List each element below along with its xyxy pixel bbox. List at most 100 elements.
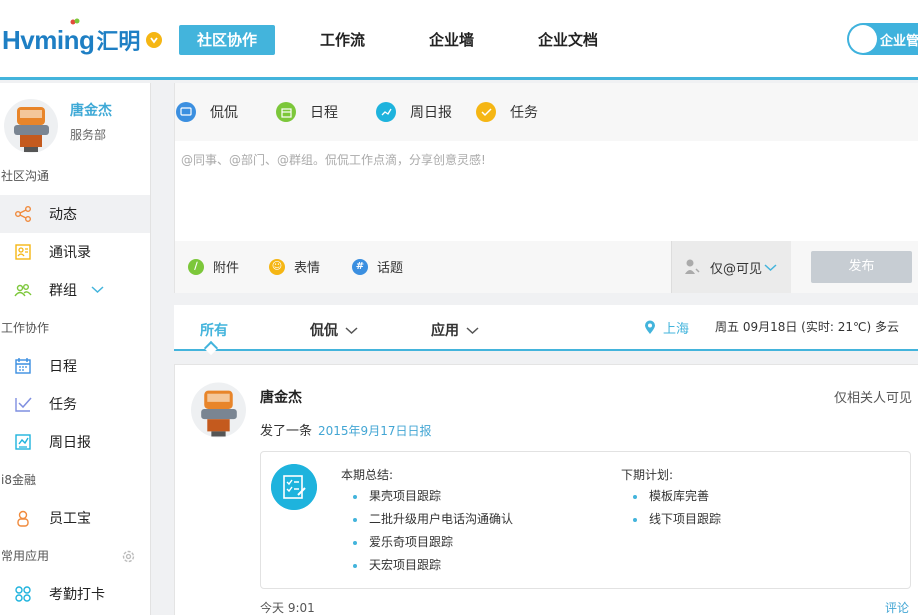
- section-title-finance: i8金融: [1, 473, 36, 487]
- tab-tasks[interactable]: 任务: [476, 101, 538, 123]
- report-document-icon: [271, 464, 317, 510]
- location[interactable]: 上海: [644, 318, 689, 337]
- tab-kankan[interactable]: 侃侃: [176, 101, 238, 123]
- attachment-button[interactable]: ∕ 附件: [188, 257, 239, 276]
- sidebar-item-tasks[interactable]: 任务: [0, 385, 150, 423]
- list-item: 线下项目跟踪: [633, 508, 721, 531]
- leaf-icon: [70, 18, 80, 25]
- emoji-button[interactable]: ☺ 表情: [269, 257, 320, 276]
- logo-text: Hvming: [2, 24, 95, 55]
- logo[interactable]: Hvming 汇明: [2, 18, 163, 58]
- report-icon: [376, 102, 396, 122]
- composer-toolbar: ∕ 附件 ☺ 表情 # 话题 仅@可见 发布: [175, 241, 918, 293]
- report-link[interactable]: 2015年9月17日日报: [318, 424, 431, 438]
- sidebar-item-employee-treasure[interactable]: 员工宝: [0, 499, 150, 537]
- avatar[interactable]: [191, 379, 247, 441]
- calendar-icon: [15, 358, 31, 374]
- paperclip-icon: ∕: [188, 258, 204, 275]
- plan-title: 下期计划:: [621, 468, 674, 482]
- sidebar-item-label: 考勤打卡: [49, 587, 105, 603]
- sidebar: 唐金杰 服务部 社区沟通 动态 通讯录 群组 工作协作 日程 任务 周日报 i8…: [0, 83, 151, 615]
- tool-label: 话题: [377, 261, 404, 276]
- feed-filter-bar: 所有 侃侃 应用 上海 周五 09月18日 (实时: 21℃) 多云: [174, 305, 918, 356]
- list-item: 二批升级用户电话沟通确认: [353, 508, 513, 531]
- person-icon: [685, 259, 700, 274]
- nav-workflow[interactable]: 工作流: [320, 25, 365, 55]
- group-icon: [14, 284, 32, 297]
- summary-list: 果壳项目跟踪 二批升级用户电话沟通确认 爱乐奇项目跟踪 天宏项目跟踪: [353, 485, 513, 577]
- sidebar-item-label: 通讯录: [49, 245, 91, 261]
- chevron-down-icon: [466, 326, 479, 334]
- sidebar-item-reports[interactable]: 周日报: [0, 423, 150, 461]
- toggle-knob: [849, 25, 877, 53]
- tab-reports[interactable]: 周日报: [376, 101, 452, 123]
- list-item: 果壳项目跟踪: [353, 485, 513, 508]
- active-tab-indicator: [203, 340, 219, 356]
- task-check-icon: [15, 397, 32, 412]
- calendar-icon: [276, 102, 296, 122]
- sidebar-item-contacts[interactable]: 通讯录: [0, 233, 150, 271]
- post-timestamp: 今天 9:01: [260, 601, 315, 615]
- filter-tab-label: 应用: [431, 323, 459, 339]
- section-title-apps: 常用应用: [1, 549, 50, 563]
- sidebar-item-feed[interactable]: 动态: [0, 195, 150, 233]
- post-visibility: 仅相关人可见: [834, 391, 913, 406]
- top-header: Hvming 汇明 社区协作 工作流 企业墙 企业文档 企业管: [0, 0, 918, 80]
- gear-icon[interactable]: [121, 549, 136, 564]
- sidebar-item-label: 周日报: [49, 435, 91, 451]
- visibility-label: 仅@可见: [710, 262, 763, 277]
- list-item: 爱乐奇项目跟踪: [353, 531, 513, 554]
- location-label: 上海: [663, 322, 690, 337]
- list-item: 天宏项目跟踪: [353, 554, 513, 577]
- nav-community[interactable]: 社区协作: [179, 25, 276, 55]
- avatar[interactable]: [4, 97, 59, 155]
- filter-tab-apps[interactable]: 应用: [431, 320, 479, 340]
- composer-tabs: 侃侃 日程 周日报 任务: [175, 83, 918, 141]
- location-pin-icon: [645, 320, 655, 334]
- post-action: 发了一条 2015年9月17日日报: [260, 420, 431, 439]
- tool-label: 附件: [213, 261, 240, 276]
- report-icon: [15, 434, 31, 450]
- share-icon: [15, 206, 31, 222]
- logo-cn: 汇明: [96, 30, 141, 55]
- chevron-down-icon: [345, 326, 358, 334]
- feed-post: 唐金杰 仅相关人可见 发了一条 2015年9月17日日报 本期总结: 果壳项目跟踪…: [174, 364, 918, 615]
- sidebar-item-groups[interactable]: 群组: [0, 271, 150, 309]
- nav-docs[interactable]: 企业文档: [538, 25, 598, 55]
- sidebar-item-schedule[interactable]: 日程: [0, 347, 150, 385]
- tool-label: 表情: [294, 261, 321, 276]
- filter-tab-kankan[interactable]: 侃侃: [310, 320, 358, 340]
- tab-schedule[interactable]: 日程: [276, 101, 338, 123]
- list-item: 模板库完善: [633, 485, 721, 508]
- visibility-select[interactable]: 仅@可见: [671, 241, 791, 293]
- sidebar-item-label: 日程: [49, 359, 77, 375]
- weather-info: 周五 09月18日 (实时: 21℃) 多云: [715, 320, 899, 334]
- plan-list: 模板库完善 线下项目跟踪: [633, 485, 721, 531]
- verified-badge-icon: [146, 32, 163, 48]
- chevron-down-icon: [764, 264, 777, 272]
- chevron-down-icon[interactable]: [91, 285, 104, 294]
- sidebar-item-label: 任务: [49, 397, 77, 413]
- apps-grid-icon: [15, 586, 31, 602]
- section-title-community: 社区沟通: [1, 169, 50, 183]
- profile-name[interactable]: 唐金杰: [70, 100, 112, 120]
- nav-wall[interactable]: 企业墙: [429, 25, 474, 55]
- post-textarea[interactable]: @同事、@部门、@群组。侃侃工作点滴，分享创意灵感!: [181, 151, 486, 168]
- toggle-label: 企业管: [880, 34, 918, 49]
- person-icon: [17, 510, 29, 527]
- filter-tab-all[interactable]: 所有: [200, 320, 228, 340]
- summary-title: 本期总结:: [341, 468, 394, 482]
- sidebar-item-label: 动态: [49, 207, 77, 223]
- topic-button[interactable]: # 话题: [352, 257, 403, 276]
- comment-link[interactable]: 评论: [885, 599, 909, 615]
- sidebar-item-attendance[interactable]: 考勤打卡: [0, 575, 150, 613]
- task-check-icon: [476, 102, 496, 122]
- publish-button[interactable]: 发布: [811, 251, 912, 283]
- enterprise-toggle[interactable]: 企业管: [847, 23, 918, 55]
- post-author[interactable]: 唐金杰: [260, 387, 302, 407]
- contacts-icon: [15, 244, 31, 260]
- report-summary-box[interactable]: 本期总结: 果壳项目跟踪 二批升级用户电话沟通确认 爱乐奇项目跟踪 天宏项目跟踪…: [260, 451, 911, 589]
- tab-label: 周日报: [410, 105, 452, 121]
- sidebar-item-label: 员工宝: [49, 511, 91, 527]
- sidebar-item-label: 群组: [49, 283, 77, 299]
